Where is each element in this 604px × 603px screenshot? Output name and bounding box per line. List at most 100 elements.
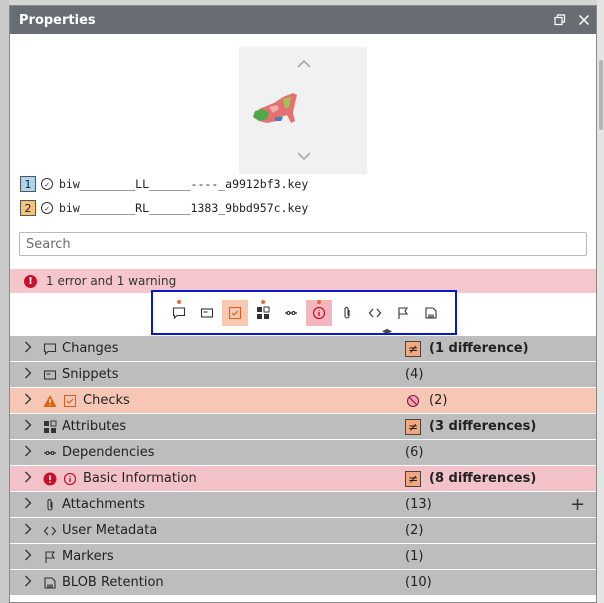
checks-tool[interactable] — [222, 300, 248, 326]
section-row-snippets[interactable]: Snippets (4) — [10, 362, 596, 388]
metadata-tool[interactable] — [362, 300, 388, 326]
blob-icon — [425, 307, 437, 319]
file-index-badge: 1 — [20, 176, 36, 192]
section-row-checks[interactable]: Checks (2) — [10, 388, 596, 414]
checkbox-icon — [63, 394, 77, 408]
chevron-right-icon[interactable] — [24, 523, 32, 539]
section-row-attributes[interactable]: Attributes ≠ (3 differences) — [10, 414, 596, 440]
comment-icon — [172, 307, 186, 320]
chevron-right-icon[interactable] — [24, 367, 32, 383]
warning-icon — [43, 394, 57, 408]
blob-tool[interactable] — [418, 300, 444, 326]
section-list: Changes ≠ (1 difference) Snippets (4) Checks (… — [10, 336, 596, 596]
section-row-basic-information[interactable]: Basic Information ≠ (8 differences) — [10, 466, 596, 492]
section-label: Attachments — [62, 497, 145, 512]
section-label: Markers — [62, 549, 114, 564]
link-icon — [285, 311, 297, 315]
blocked-icon — [406, 394, 420, 407]
check-circle-icon: ✓ — [41, 202, 53, 214]
changes-tool[interactable] — [166, 300, 192, 326]
section-label: Checks — [83, 393, 130, 408]
flag-icon — [43, 550, 57, 564]
section-label: Changes — [62, 341, 119, 356]
chevron-right-icon[interactable] — [24, 419, 32, 435]
attributes-tool[interactable] — [250, 300, 276, 326]
section-label: Basic Information — [83, 471, 197, 486]
info-icon — [312, 306, 326, 320]
section-label: User Metadata — [62, 523, 158, 538]
chevron-right-icon[interactable] — [24, 497, 32, 513]
file-name: biw________LL______----_a9912bf3.key — [59, 177, 309, 191]
comment-icon — [43, 342, 57, 356]
restore-icon[interactable] — [548, 6, 572, 34]
preview-area — [239, 47, 367, 174]
section-row-changes[interactable]: Changes ≠ (1 difference) — [10, 336, 596, 362]
indicator-dot — [261, 300, 265, 304]
not-equal-icon: ≠ — [405, 470, 421, 487]
panel-title: Properties — [19, 12, 96, 28]
file-row-1[interactable]: 1 ✓ biw________LL______----_a9912bf3.key — [20, 176, 308, 192]
chevron-down-icon[interactable] — [297, 149, 311, 163]
code-icon — [368, 308, 382, 318]
file-name: biw________RL______1383_9bbd957c.key — [59, 201, 309, 215]
link-icon — [43, 446, 57, 460]
snippets-tool[interactable] — [194, 300, 220, 326]
chevron-right-icon[interactable] — [24, 575, 32, 591]
section-value: (1) — [405, 549, 424, 564]
close-icon[interactable] — [572, 6, 596, 34]
markers-tool[interactable] — [390, 300, 416, 326]
scroll-thumb[interactable] — [599, 60, 603, 130]
section-row-blob-retention[interactable]: BLOB Retention (10) — [10, 570, 596, 596]
chevron-right-icon[interactable] — [24, 549, 32, 565]
left-edge — [0, 0, 9, 603]
right-scrollbar[interactable] — [597, 0, 604, 603]
add-icon[interactable]: + — [570, 494, 585, 515]
section-value: (10) — [405, 575, 432, 590]
section-label: Dependencies — [62, 445, 155, 460]
panel-titlebar: Properties — [10, 6, 596, 34]
section-value: (2) — [405, 523, 424, 538]
section-row-markers[interactable]: Markers (1) — [10, 544, 596, 570]
section-row-dependencies[interactable]: Dependencies (6) — [10, 440, 596, 466]
section-value: (2) — [429, 393, 448, 408]
dependencies-tool[interactable] — [278, 300, 304, 326]
alert-text: 1 error and 1 warning — [46, 274, 177, 288]
not-equal-icon: ≠ — [405, 340, 421, 357]
code-icon — [43, 524, 57, 538]
file-row-2[interactable]: 2 ✓ biw________RL______1383_9bbd957c.key — [20, 200, 308, 216]
grid-icon — [43, 420, 57, 434]
not-equal-icon: ≠ — [405, 418, 421, 435]
section-value: (4) — [405, 367, 424, 382]
attachments-tool[interactable] — [334, 300, 360, 326]
chevron-right-icon[interactable] — [24, 341, 32, 357]
paperclip-icon — [344, 307, 350, 319]
chevron-right-icon[interactable] — [24, 471, 32, 487]
section-value: (13) — [405, 497, 432, 512]
blob-icon — [43, 576, 57, 590]
section-value: (6) — [405, 445, 424, 460]
section-value: (1 difference) — [429, 341, 529, 356]
section-toolbar — [151, 290, 457, 335]
indicator-dot — [317, 300, 321, 304]
chevron-right-icon[interactable] — [24, 393, 32, 409]
indicator-dot — [177, 300, 181, 304]
paperclip-icon — [43, 498, 57, 512]
section-row-user-metadata[interactable]: User Metadata (2) — [10, 518, 596, 544]
section-value: (3 differences) — [429, 419, 537, 434]
snippet-icon — [200, 308, 214, 318]
search-input[interactable] — [19, 232, 587, 256]
chevron-right-icon[interactable] — [24, 445, 32, 461]
info-icon — [63, 472, 77, 486]
error-icon — [43, 472, 57, 486]
chevron-up-icon[interactable] — [297, 57, 311, 71]
flag-icon — [398, 307, 409, 319]
grid-icon — [257, 306, 270, 319]
check-circle-icon: ✓ — [41, 178, 53, 190]
checkbox-icon — [228, 306, 242, 320]
section-label: BLOB Retention — [62, 575, 164, 590]
snippet-icon — [43, 368, 57, 382]
section-row-attachments[interactable]: Attachments (13) + — [10, 492, 596, 518]
info-tool[interactable] — [306, 300, 332, 326]
file-index-badge: 2 — [20, 200, 36, 216]
section-label: Snippets — [62, 367, 119, 382]
